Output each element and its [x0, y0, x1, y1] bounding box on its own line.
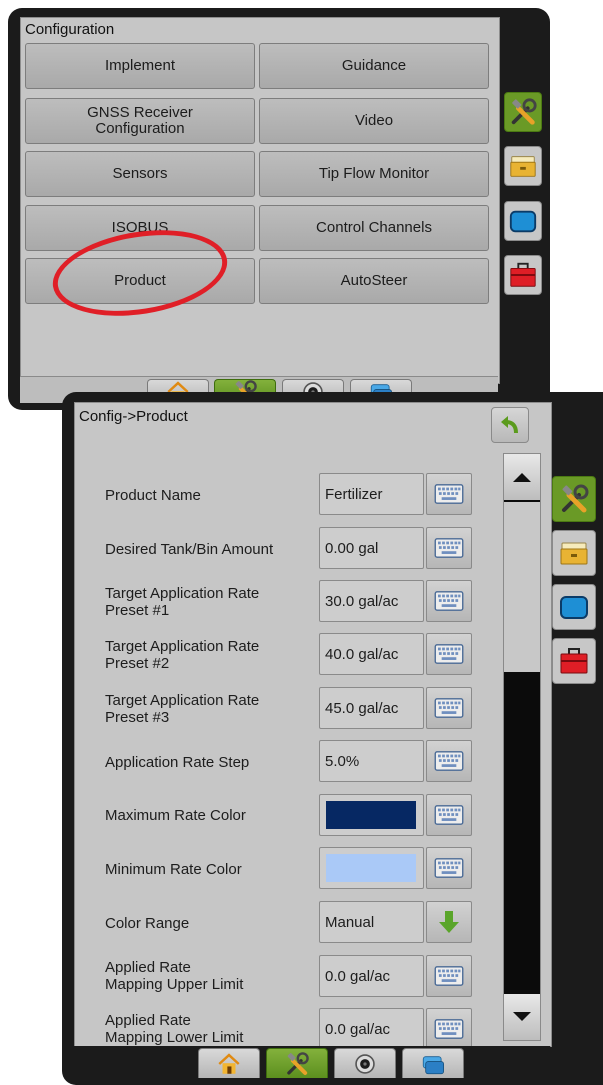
- keyboard-button[interactable]: [426, 1008, 472, 1050]
- screen-icon: [558, 591, 590, 623]
- video-button[interactable]: Video: [259, 98, 489, 144]
- keyboard-button[interactable]: [426, 687, 472, 729]
- toolbox-icon: [558, 645, 590, 677]
- applied-rate-upper-limit-value[interactable]: 0.0 gal/ac: [319, 955, 424, 997]
- keyboard-button[interactable]: [426, 633, 472, 675]
- back-button[interactable]: [491, 407, 529, 443]
- maximum-rate-color-label: Maximum Rate Color: [105, 807, 246, 824]
- scroll-up-button[interactable]: [504, 454, 540, 500]
- maximum-rate-color-value[interactable]: [319, 794, 424, 836]
- folders-icon: [420, 1051, 446, 1077]
- camera-tab[interactable]: [334, 1048, 396, 1078]
- autosteer-button[interactable]: AutoSteer: [259, 258, 489, 304]
- keyboard-button[interactable]: [426, 580, 472, 622]
- keyboard-icon: [434, 750, 464, 772]
- minimum-rate-color-label: Minimum Rate Color: [105, 861, 242, 878]
- sensors-button[interactable]: Sensors: [25, 151, 255, 197]
- application-rate-step-label: Application Rate Step: [105, 754, 250, 771]
- color-range-dropdown-button[interactable]: [426, 901, 472, 943]
- color-swatch: [326, 854, 416, 882]
- applied-rate-upper-limit-label: Applied Rate Mapping Upper Limit: [105, 959, 244, 993]
- isobus-button[interactable]: ISOBUS: [25, 205, 255, 251]
- desired-tank-bin-amount-label: Desired Tank/Bin Amount: [105, 541, 274, 558]
- applied-rate-lower-limit-label: Applied Rate Mapping Lower Limit: [105, 1012, 244, 1046]
- target-rate-preset-1-label: Target Application Rate Preset #1: [105, 585, 260, 619]
- folder-icon: [508, 151, 538, 181]
- home-tab[interactable]: [198, 1048, 260, 1078]
- product-name-label: Product Name: [105, 487, 201, 504]
- up-arrow-icon: [513, 473, 531, 482]
- home-icon: [216, 1051, 242, 1077]
- screen-tab-button[interactable]: [504, 201, 542, 241]
- down-arrow-icon: [439, 911, 459, 933]
- keyboard-button[interactable]: [426, 794, 472, 836]
- implement-button[interactable]: Implement: [25, 43, 255, 89]
- down-arrow-icon: [513, 1012, 531, 1021]
- keyboard-icon: [434, 590, 464, 612]
- keyboard-icon: [434, 804, 464, 826]
- configuration-panel: Configuration Implement Guidance GNSS Re…: [20, 17, 500, 384]
- keyboard-icon: [434, 857, 464, 879]
- bottom-tab-bar: [74, 1046, 550, 1078]
- folder-tab-button[interactable]: [504, 146, 542, 186]
- toolbox-tab-button[interactable]: [552, 638, 596, 684]
- scroll-thumb[interactable]: [504, 502, 540, 672]
- keyboard-button[interactable]: [426, 473, 472, 515]
- page-title: Config->Product: [79, 408, 188, 425]
- tools-tab-button[interactable]: [552, 476, 596, 522]
- tools-icon: [558, 483, 590, 515]
- keyboard-icon: [434, 965, 464, 987]
- target-rate-preset-2-value[interactable]: 40.0 gal/ac: [319, 633, 424, 675]
- keyboard-icon: [434, 483, 464, 505]
- applied-rate-lower-limit-value[interactable]: 0.0 gal/ac: [319, 1008, 424, 1050]
- folder-icon: [558, 537, 590, 569]
- keyboard-icon: [434, 1018, 464, 1040]
- target-rate-preset-3-value[interactable]: 45.0 gal/ac: [319, 687, 424, 729]
- application-rate-step-value[interactable]: 5.0%: [319, 740, 424, 782]
- gnss-receiver-configuration-button[interactable]: GNSS Receiver Configuration: [25, 98, 255, 144]
- keyboard-button[interactable]: [426, 527, 472, 569]
- keyboard-button[interactable]: [426, 740, 472, 782]
- product-config-panel: Config->Product Product Name Fertilizer …: [74, 402, 552, 1050]
- tools-icon: [508, 97, 538, 127]
- minimum-rate-color-value[interactable]: [319, 847, 424, 889]
- camera-icon: [352, 1051, 378, 1077]
- keyboard-icon: [434, 643, 464, 665]
- screen-icon: [508, 206, 538, 236]
- toolbox-icon: [508, 260, 538, 290]
- configuration-screen: Configuration Implement Guidance GNSS Re…: [8, 8, 550, 410]
- target-rate-preset-3-label: Target Application Rate Preset #3: [105, 692, 260, 726]
- keyboard-icon: [434, 697, 464, 719]
- scrollbar[interactable]: [503, 453, 541, 1041]
- back-arrow-icon: [501, 416, 518, 434]
- page-title: Configuration: [25, 21, 115, 38]
- product-name-value[interactable]: Fertilizer: [319, 473, 424, 515]
- scroll-down-button[interactable]: [504, 994, 540, 1040]
- tools-icon: [284, 1051, 310, 1077]
- color-range-label: Color Range: [105, 915, 190, 932]
- folders-tab[interactable]: [402, 1048, 464, 1078]
- keyboard-button[interactable]: [426, 955, 472, 997]
- color-swatch: [326, 801, 416, 829]
- toolbox-tab-button[interactable]: [504, 255, 542, 295]
- keyboard-icon: [434, 537, 464, 559]
- desired-tank-bin-amount-value[interactable]: 0.00 gal: [319, 527, 424, 569]
- color-range-value[interactable]: Manual: [319, 901, 424, 943]
- tools-tab[interactable]: [266, 1048, 328, 1078]
- keyboard-button[interactable]: [426, 847, 472, 889]
- tip-flow-monitor-button[interactable]: Tip Flow Monitor: [259, 151, 489, 197]
- folder-tab-button[interactable]: [552, 530, 596, 576]
- guidance-button[interactable]: Guidance: [259, 43, 489, 89]
- control-channels-button[interactable]: Control Channels: [259, 205, 489, 251]
- product-button[interactable]: Product: [25, 258, 255, 304]
- target-rate-preset-2-label: Target Application Rate Preset #2: [105, 638, 260, 672]
- target-rate-preset-1-value[interactable]: 30.0 gal/ac: [319, 580, 424, 622]
- tools-tab-button[interactable]: [504, 92, 542, 132]
- product-config-screen: Config->Product Product Name Fertilizer …: [62, 392, 603, 1085]
- screen-tab-button[interactable]: [552, 584, 596, 630]
